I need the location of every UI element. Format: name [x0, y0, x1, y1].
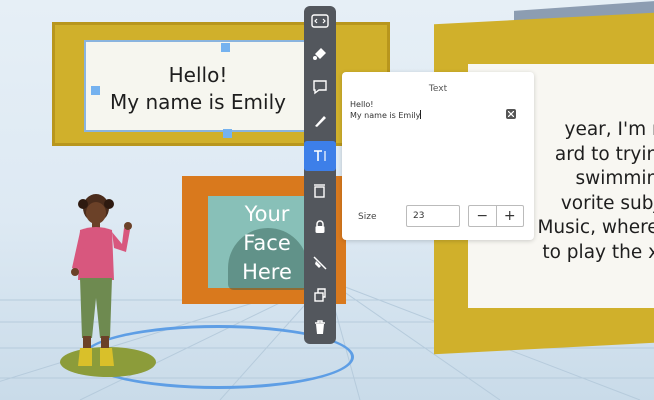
- text-settings-panel: Text Hello! My name is Emily Size 23 − +: [342, 72, 534, 240]
- clear-text-button[interactable]: [506, 109, 516, 119]
- story-line: is Music, where I: [517, 217, 654, 238]
- comment-button[interactable]: [304, 72, 336, 102]
- resize-handle-left[interactable]: [91, 86, 100, 95]
- close-icon: [508, 111, 514, 117]
- virtual-scene: year, I'm m ard to trying swimming vorit…: [0, 0, 654, 400]
- story-line: swimming: [575, 168, 654, 189]
- code-icon: [311, 14, 329, 28]
- avatar[interactable]: [56, 188, 136, 378]
- hide-button[interactable]: [304, 248, 336, 278]
- delete-button[interactable]: [304, 312, 336, 342]
- resize-handle-bottom[interactable]: [223, 129, 232, 138]
- story-line: vorite subje: [560, 192, 654, 214]
- paint-button[interactable]: [304, 38, 336, 68]
- hello-text[interactable]: Hello! My name is Emily: [84, 62, 312, 116]
- text-tool-button[interactable]: [304, 141, 336, 171]
- trash-icon: [315, 320, 325, 334]
- code-button[interactable]: [304, 6, 336, 36]
- text-cursor: [420, 110, 422, 119]
- text-tool-icon: [314, 150, 326, 161]
- paint-bucket-icon: [313, 48, 326, 60]
- resize-handle-top[interactable]: [221, 43, 230, 52]
- increment-size-button[interactable]: +: [497, 206, 524, 226]
- story-line: ard to trying: [554, 143, 654, 165]
- size-label: Size: [358, 212, 377, 222]
- frame-icon: [314, 184, 325, 198]
- draw-button[interactable]: [304, 106, 336, 136]
- hide-icon: [313, 256, 327, 270]
- lock-icon: [315, 220, 325, 233]
- size-input[interactable]: 23: [406, 205, 460, 227]
- story-line: year, I'm m: [564, 119, 654, 140]
- text-input-line: My name is Emily: [350, 111, 421, 120]
- duplicate-icon: [314, 288, 326, 302]
- hello-line: Hello!: [168, 63, 228, 87]
- speech-bubble-icon: [313, 80, 327, 95]
- text-input-line: Hello!: [350, 100, 374, 109]
- story-line: to play the xy: [542, 241, 654, 263]
- lock-button[interactable]: [304, 212, 336, 242]
- duplicate-button[interactable]: [304, 280, 336, 310]
- frame-button[interactable]: [304, 176, 336, 206]
- text-input[interactable]: Hello! My name is Emily: [350, 99, 518, 121]
- decrement-size-button[interactable]: −: [469, 206, 497, 226]
- panel-title: Text: [428, 84, 448, 94]
- object-toolbar: [304, 6, 336, 344]
- size-stepper: − +: [468, 205, 524, 227]
- hello-line: My name is Emily: [110, 90, 286, 114]
- pen-icon: [315, 116, 326, 127]
